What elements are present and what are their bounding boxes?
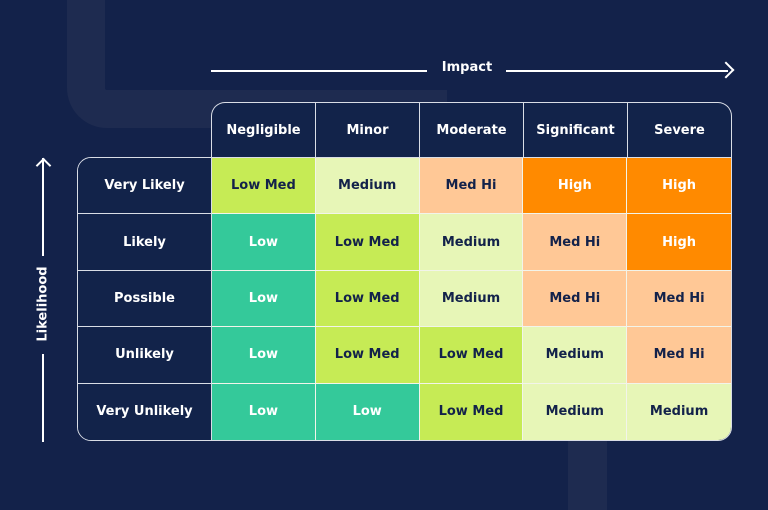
risk-cell: Medium [419,214,524,271]
risk-cell: Low Med [212,158,316,215]
risk-matrix-grid: Very Likely Low Med Medium Med Hi High High Li… [77,157,732,441]
risk-cell: Low [315,383,420,440]
likelihood-axis-label: Likelihood [35,266,51,342]
column-header: Minor [316,103,420,157]
background-decoration-bottom [568,440,607,510]
risk-cell: Low Med [315,270,420,328]
risk-cell: Medium [523,383,628,440]
risk-cell: Medium [523,327,628,384]
risk-cell: Low [212,327,316,384]
risk-cell: Low Med [419,383,524,440]
arrow-right-icon [717,61,735,79]
row-header: Very Unlikely [78,383,212,440]
column-header: Severe [654,122,705,138]
row-header: Unlikely [78,327,212,384]
risk-cell: Low Med [419,327,524,384]
impact-axis-line-right [506,70,728,72]
risk-cell: High [627,214,731,271]
column-header: Negligible [212,103,316,157]
risk-cell: Med Hi [523,214,628,271]
row-header: Possible [78,270,212,328]
risk-cell: Low [212,383,316,440]
row-header: Likely [78,214,212,271]
risk-cell: Low [212,214,316,271]
risk-cell: Medium [419,270,524,328]
column-header: Significant [524,103,628,157]
impact-axis-line-left [211,70,427,72]
impact-axis-label: Impact [441,60,493,75]
risk-cell: High [523,158,628,215]
risk-cell: Med Hi [523,270,628,328]
risk-cell: Medium [627,383,731,440]
risk-cell: High [627,158,731,215]
risk-cell: Med Hi [419,158,524,215]
risk-cell: Low Med [315,214,420,271]
impact-header-row: Negligible Minor Moderate Significant Se… [211,102,732,157]
risk-cell: Low Med [315,327,420,384]
risk-cell: Medium [315,158,420,215]
likelihood-axis-line-bottom [42,354,44,442]
risk-cell: Med Hi [627,327,731,384]
risk-cell: Low [212,270,316,328]
column-header: Moderate [420,103,524,157]
risk-cell: Med Hi [627,270,731,328]
row-header: Very Likely [78,158,212,215]
arrow-up-icon [35,157,52,174]
